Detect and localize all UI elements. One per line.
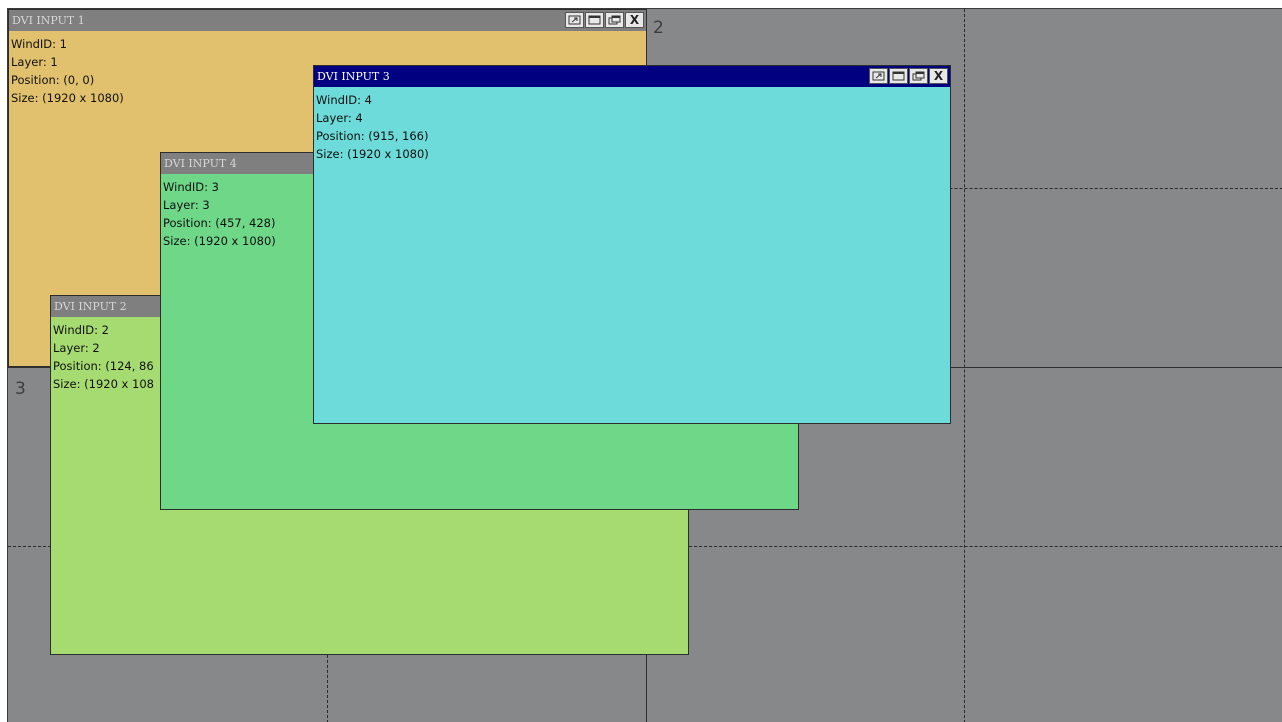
cascade-button[interactable] (605, 12, 624, 28)
maximize-button[interactable] (585, 12, 604, 28)
screen-number-3: 3 (15, 379, 26, 399)
close-button[interactable]: X (929, 68, 948, 84)
window-controls: X (565, 12, 644, 28)
cascade-icon (912, 71, 925, 81)
grid-line-vertical (964, 9, 965, 722)
maximize-button[interactable] (889, 68, 908, 84)
window-title: DVI INPUT 3 (317, 70, 390, 83)
window-titlebar[interactable]: DVI INPUT 3 X (314, 66, 950, 87)
video-wall-canvas[interactable]: 2 3 DVI INPUT 1 X WindID: 1 Layer: 1 Pos… (7, 8, 1282, 722)
size-label: Size: (1920 x 1080) (316, 147, 429, 161)
window-info: WindID: 4 Layer: 4 Position: (915, 166) … (314, 87, 950, 163)
cascade-button[interactable] (909, 68, 928, 84)
window-titlebar[interactable]: DVI INPUT 1 X (9, 10, 646, 31)
position-label: Position: (915, 166) (316, 129, 429, 143)
wind-id-label: WindID: 4 (316, 93, 372, 107)
screen-number-2: 2 (653, 18, 664, 38)
close-icon: X (629, 13, 640, 27)
close-button[interactable]: X (625, 12, 644, 28)
restore-window-button[interactable] (565, 12, 584, 28)
maximize-icon (588, 15, 601, 25)
window-controls: X (869, 68, 948, 84)
window-title: DVI INPUT 2 (54, 300, 127, 313)
layer-label: Layer: 4 (316, 111, 363, 125)
restore-window-button[interactable] (869, 68, 888, 84)
cascade-icon (608, 15, 621, 25)
window-title: DVI INPUT 4 (164, 157, 237, 170)
window-title: DVI INPUT 1 (12, 14, 85, 27)
restore-window-icon (568, 15, 581, 25)
close-icon: X (933, 69, 944, 83)
window-dvi-input-3[interactable]: DVI INPUT 3 X WindID: 4 Layer: 4 Positio… (313, 65, 951, 424)
restore-window-icon (872, 71, 885, 81)
maximize-icon (892, 71, 905, 81)
wind-id-label: WindID: 1 (11, 37, 67, 51)
